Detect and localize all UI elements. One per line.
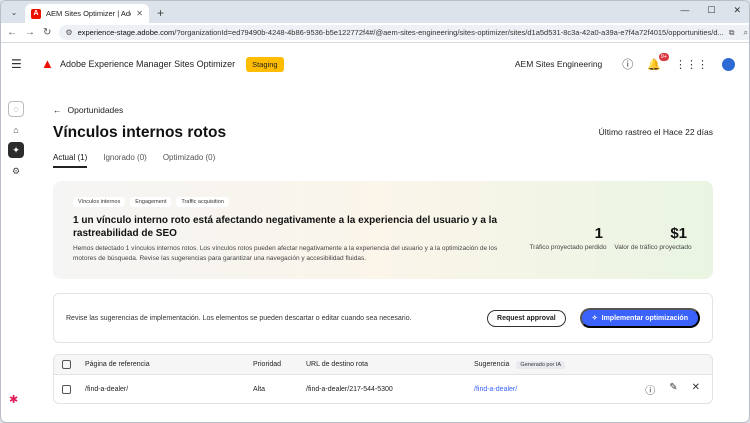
hamburger-menu-icon[interactable]: ☰ — [11, 57, 27, 71]
app-header: ☰ ▲ Adobe Experience Manager Sites Optim… — [1, 44, 749, 84]
tab-current[interactable]: Actual (1) — [53, 153, 88, 168]
row-checkbox[interactable] — [62, 385, 71, 394]
metric-traffic-value: $1 Valor de tráfico proyectado — [609, 225, 697, 251]
back-to-opportunities[interactable]: ← Oportunidades — [53, 105, 713, 115]
apps-grid-icon[interactable]: ⋮⋮⋮ — [675, 58, 708, 71]
minimize-icon[interactable]: — — [680, 5, 689, 16]
metric-label: Tráfico proyectado perdido — [529, 244, 607, 251]
last-scan-text: Último rastreo el Hace 22 días — [598, 127, 713, 137]
org-switcher[interactable]: AEM Sites Engineering — [515, 59, 602, 69]
metric-label: Valor de tráfico proyectado — [614, 244, 692, 251]
col-suggestion: Sugerencia Generado por IA — [474, 360, 566, 369]
back-icon[interactable]: ← — [7, 27, 17, 38]
tab-title: AEM Sites Optimizer | Adobe E — [46, 9, 131, 18]
tab-strip: ⌄ A AEM Sites Optimizer | Adobe E ✕ + — … — [1, 1, 749, 23]
summary-headline: 1 un vínculo interno roto está afectando… — [73, 215, 498, 239]
col-suggestion-label: Sugerencia — [474, 361, 510, 368]
table-header: Página de referencia Prioridad URL de de… — [54, 355, 712, 375]
browser-tab[interactable]: A AEM Sites Optimizer | Adobe E ✕ — [25, 4, 149, 23]
tab-ignored[interactable]: Ignorado (0) — [103, 153, 147, 168]
zoom-icon[interactable]: ⌕ — [743, 28, 747, 38]
maximize-icon[interactable]: ☐ — [707, 5, 715, 16]
arrow-left-icon: ← — [53, 105, 62, 115]
cell-reference: /find-a-dealer/ — [85, 386, 129, 393]
tab-close-icon[interactable]: ✕ — [136, 9, 143, 18]
cell-priority: Alta — [253, 386, 266, 393]
main-content: ← Oportunidades Vínculos internos rotos … — [53, 105, 713, 404]
adobe-logo-icon: ▲ — [41, 56, 54, 71]
browser-window: ⌄ A AEM Sites Optimizer | Adobe E ✕ + — … — [0, 0, 750, 423]
staging-badge: Staging — [246, 56, 284, 72]
app-name: Adobe Experience Manager Sites Optimizer — [60, 59, 236, 69]
edit-pencil-icon[interactable]: ✎ — [669, 382, 677, 397]
forward-icon[interactable]: → — [25, 27, 35, 38]
avatar[interactable] — [722, 57, 735, 71]
actions-instructions: Revise las sugerencias de implementación… — [66, 314, 412, 322]
metric-lost-traffic: 1 Tráfico proyectado perdido — [523, 225, 613, 251]
cell-suggestion-link[interactable]: /find-a-dealer/ — [474, 386, 517, 393]
tag-chip: Engagement — [130, 197, 172, 207]
tab-optimized[interactable]: Optimizado (0) — [163, 153, 215, 168]
ai-generated-badge: Generado por IA — [516, 360, 566, 369]
reload-icon[interactable]: ↻ — [43, 27, 51, 38]
site-info-icon[interactable]: ⚙ — [65, 28, 72, 37]
url-text: experience-stage.adobe.com/?organization… — [77, 28, 724, 37]
tab-search-icon[interactable]: ⌄ — [7, 5, 21, 19]
opportunity-summary-card: Vínculos internos Engagement Traffic acq… — [53, 181, 713, 279]
actions-bar: Revise las sugerencias de implementación… — [53, 293, 713, 343]
help-icon[interactable]: ⓘ — [622, 56, 633, 72]
col-target: URL de destino rota — [306, 361, 368, 368]
col-priority: Prioridad — [253, 361, 282, 368]
request-approval-button[interactable]: Request approval — [487, 309, 566, 327]
tag-chip: Vínculos internos — [73, 197, 126, 207]
col-reference: Página de referencia — [85, 361, 150, 368]
implement-label: Implementar optimización — [601, 314, 688, 322]
left-rail: ◌ ⌂ ✦ ⚙ ✱ — [1, 94, 31, 422]
table-row: /find-a-dealer/ Alta /find-a-dealer/217-… — [54, 375, 712, 404]
back-label: Oportunidades — [67, 105, 124, 115]
address-bar[interactable]: ⚙ experience-stage.adobe.com/?organizati… — [59, 25, 749, 40]
select-all-checkbox[interactable] — [62, 360, 71, 369]
translate-icon[interactable]: ⧉ — [729, 28, 735, 38]
notification-badge: 9+ — [658, 52, 669, 61]
adobe-favicon-icon: A — [31, 8, 41, 19]
tag-list: Vínculos internos Engagement Traffic acq… — [73, 197, 693, 207]
sites-icon[interactable]: ◌ — [8, 101, 24, 117]
notifications-bell-icon[interactable]: 🔔 9+ — [647, 52, 669, 71]
metric-value: 1 — [594, 225, 603, 242]
info-icon[interactable]: ⓘ — [645, 382, 655, 397]
status-tabs: Actual (1) Ignorado (0) Optimizado (0) — [53, 153, 713, 168]
sparkle-icon: ✧ — [591, 315, 598, 322]
suggestions-table: Página de referencia Prioridad URL de de… — [53, 354, 713, 404]
settings-gear-icon[interactable]: ⚙ — [8, 163, 24, 179]
home-icon[interactable]: ⌂ — [8, 122, 24, 138]
window-close-icon[interactable]: ✕ — [733, 5, 741, 16]
window-controls: — ☐ ✕ — [680, 5, 741, 16]
dismiss-x-icon[interactable]: ✕ — [692, 382, 700, 397]
new-tab-icon[interactable]: + — [157, 6, 164, 20]
cell-target: /find-a-dealer/217-544-5300 — [306, 386, 393, 393]
tag-chip: Traffic acquisition — [176, 197, 229, 207]
metric-value: $1 — [670, 225, 687, 242]
slack-icon[interactable]: ✱ — [9, 393, 18, 406]
browser-toolbar: ← → ↻ ⚙ experience-stage.adobe.com/?orga… — [1, 23, 749, 43]
implement-optimization-button[interactable]: ✧ Implementar optimización — [579, 308, 700, 328]
opportunities-icon[interactable]: ✦ — [8, 142, 24, 158]
summary-description: Hemos detectado 1 vínculos internos roto… — [73, 245, 498, 262]
